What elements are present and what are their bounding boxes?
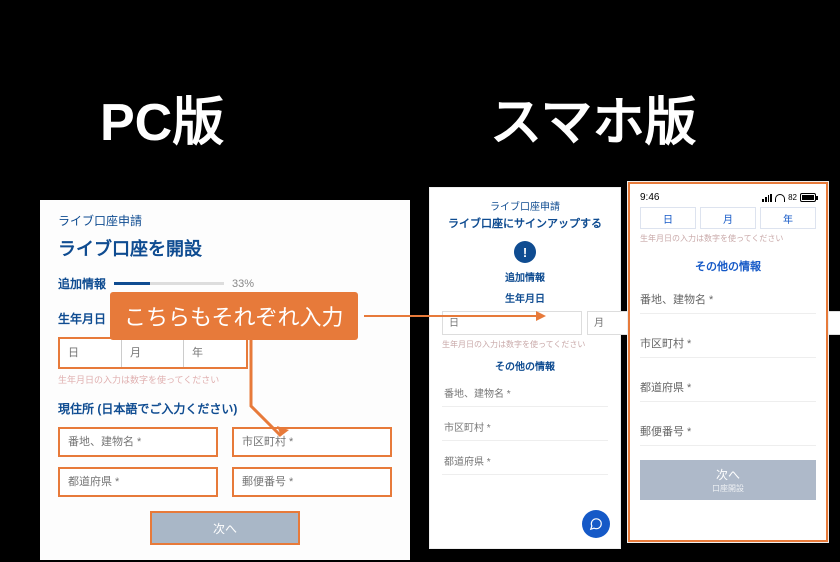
postal-code-input[interactable]: 郵便番号 * xyxy=(640,416,816,446)
wifi-icon xyxy=(775,194,785,202)
battery-percent: 82 xyxy=(788,193,797,202)
progress-label: 追加情報 xyxy=(58,275,106,292)
address-line-input[interactable]: 番地、建物名 * xyxy=(442,379,608,407)
city-input[interactable]: 市区町村 * xyxy=(442,413,608,441)
page-title: ライブ口座にサインアップする xyxy=(442,215,608,231)
battery-icon xyxy=(800,193,816,202)
dob-year-input[interactable]: 年 xyxy=(760,207,816,229)
pc-form-panel: ライブ口座申請 ライブ口座を開設 追加情報 33% 生年月日 生年月日の入力は数… xyxy=(40,200,410,560)
smartphone-panels: ライブ口座申請 ライブ口座にサインアップする ! 追加情報 生年月日 生年月日の… xyxy=(430,182,830,562)
prefecture-input[interactable]: 都道府県 * xyxy=(442,447,608,475)
dob-helper-text: 生年月日の入力は数字を使ってください xyxy=(58,373,392,386)
postal-code-input[interactable] xyxy=(232,467,392,497)
section-address: 現住所 (日本語でご入力ください) xyxy=(58,400,392,417)
progress-row: 追加情報 33% xyxy=(58,275,392,292)
chat-bubble-icon[interactable] xyxy=(582,510,610,538)
dob-day-input[interactable]: 日 xyxy=(640,207,696,229)
annotation-text: こちらもそれぞれ入力 xyxy=(110,292,358,340)
dob-day-input[interactable] xyxy=(60,339,122,367)
prefecture-input[interactable]: 都道府県 * xyxy=(640,372,816,402)
heading-pc: PC版 xyxy=(100,80,224,155)
dob-month-input[interactable]: 月 xyxy=(700,207,756,229)
dob-helper-text: 生年月日の入力は数字を使ってください xyxy=(640,233,816,244)
info-icon: ! xyxy=(514,241,536,263)
section-other-info: その他の情報 xyxy=(640,258,816,274)
next-button-label: 次へ xyxy=(716,466,740,483)
prefecture-input[interactable] xyxy=(58,467,218,497)
breadcrumb: ライブ口座申請 xyxy=(442,198,608,213)
annotation-callout: こちらもそれぞれ入力 xyxy=(110,292,544,340)
address-line-input[interactable]: 番地、建物名 * xyxy=(640,284,816,314)
status-bar: 9:46 82 xyxy=(640,192,816,203)
heading-smartphone: スマホ版 xyxy=(490,80,696,155)
dob-year-input[interactable] xyxy=(184,339,246,367)
signal-icon xyxy=(762,194,772,202)
dob-helper-text: 生年月日の入力は数字を使ってください xyxy=(442,339,608,350)
status-time: 9:46 xyxy=(640,192,659,203)
dob-month-input[interactable] xyxy=(122,339,184,367)
section-other-info: その他の情報 xyxy=(442,358,608,373)
address-line-input[interactable] xyxy=(58,427,218,457)
sp-form-scroll-1: ライブ口座申請 ライブ口座にサインアップする ! 追加情報 生年月日 生年月日の… xyxy=(430,188,620,548)
next-button[interactable]: 次へ 口座開設 xyxy=(640,460,816,500)
annotation-arrow-right-icon xyxy=(364,315,544,317)
next-button-sublabel: 口座開設 xyxy=(712,483,744,494)
city-input[interactable]: 市区町村 * xyxy=(640,328,816,358)
page-title: ライブ口座を開設 xyxy=(58,235,392,261)
progress-bar xyxy=(114,282,224,285)
dob-input-group xyxy=(58,337,248,369)
progress-percent: 33% xyxy=(232,278,254,290)
progress-label: 追加情報 xyxy=(442,269,608,284)
next-button[interactable]: 次へ xyxy=(150,511,300,545)
breadcrumb: ライブ口座申請 xyxy=(58,212,392,229)
sp-form-scroll-2: 9:46 82 日 月 年 生年月日の入力は数字を使ってください その他の情報 … xyxy=(628,182,828,542)
